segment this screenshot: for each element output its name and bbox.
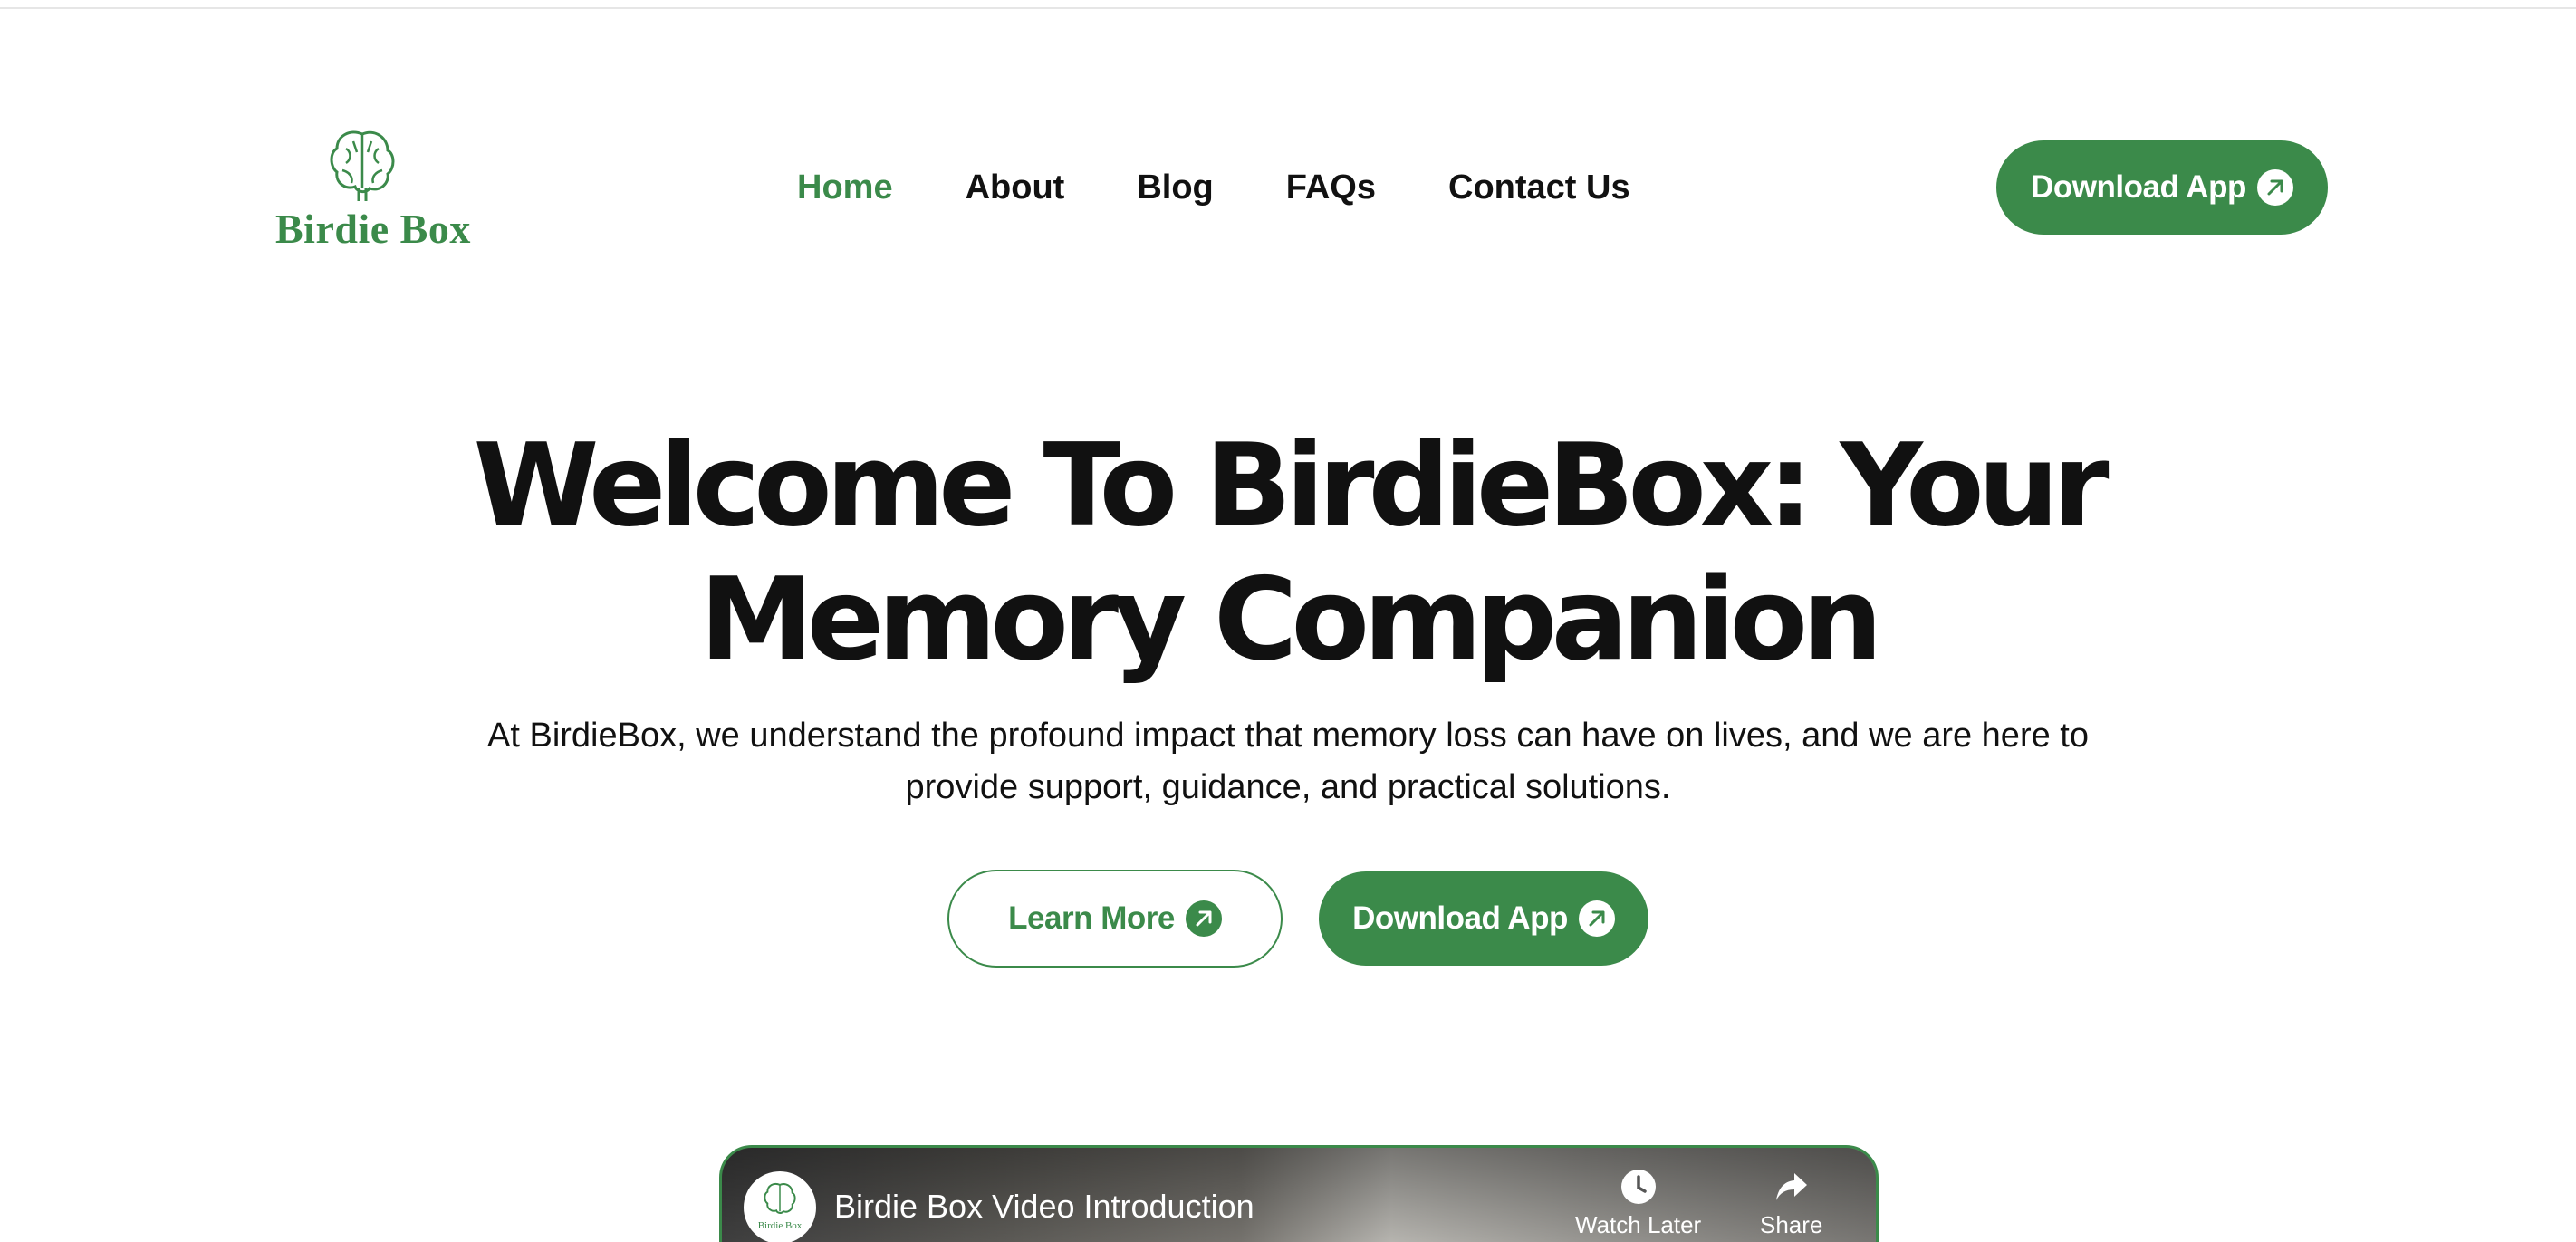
brain-icon <box>764 1182 796 1214</box>
hero-title-line-1: Welcome To BirdieBox: Your <box>473 419 2109 552</box>
hero-download-app-button[interactable]: Download App <box>1319 871 1648 966</box>
learn-more-button[interactable]: Learn More <box>947 870 1283 968</box>
share-icon <box>1773 1168 1811 1206</box>
main-nav: Home About Blog FAQs Contact Us <box>797 156 1630 219</box>
hero-subtitle-line-1: At BirdieBox, we understand the profound… <box>487 717 2089 755</box>
hero-title-line-2: Memory Companion <box>699 553 1883 686</box>
channel-avatar[interactable]: Birdie Box <box>744 1171 816 1242</box>
hero-subtitle-line-2: provide support, guidance, and practical… <box>905 768 1671 806</box>
video-player[interactable]: Birdie Box Birdie Box Video Introduction… <box>719 1145 1879 1242</box>
hero-title: Welcome To BirdieBox: Your Memory Compan… <box>0 419 2576 687</box>
nav-home[interactable]: Home <box>797 168 893 207</box>
watch-later-button[interactable]: Watch Later <box>1575 1168 1701 1239</box>
site-logo[interactable]: Birdie Box <box>272 125 470 252</box>
video-title[interactable]: Birdie Box Video Introduction <box>834 1188 1254 1226</box>
clock-icon <box>1620 1168 1658 1206</box>
header-download-app-label: Download App <box>2031 169 2246 205</box>
site-header: Birdie Box Home About Blog FAQs Contact … <box>0 0 2576 290</box>
logo-text: Birdie Box <box>275 206 471 252</box>
nav-blog[interactable]: Blog <box>1137 168 1213 207</box>
nav-contact-us[interactable]: Contact Us <box>1448 168 1630 207</box>
nav-faqs[interactable]: FAQs <box>1286 168 1376 207</box>
header-download-app-button[interactable]: Download App <box>1996 140 2328 235</box>
share-button[interactable]: Share <box>1760 1168 1822 1239</box>
nav-about[interactable]: About <box>966 168 1065 207</box>
arrow-up-right-icon <box>2256 169 2293 206</box>
hero-download-app-label: Download App <box>1352 900 1568 936</box>
watch-later-label: Watch Later <box>1575 1211 1702 1238</box>
channel-logo-text: Birdie Box <box>757 1220 803 1231</box>
arrow-up-right-icon <box>1578 900 1615 937</box>
learn-more-label: Learn More <box>1008 900 1175 936</box>
arrow-up-right-icon <box>1185 900 1222 937</box>
brain-icon <box>330 130 395 201</box>
hero-subtitle: At BirdieBox, we understand the profound… <box>380 710 2196 814</box>
share-label: Share <box>1760 1211 1823 1238</box>
